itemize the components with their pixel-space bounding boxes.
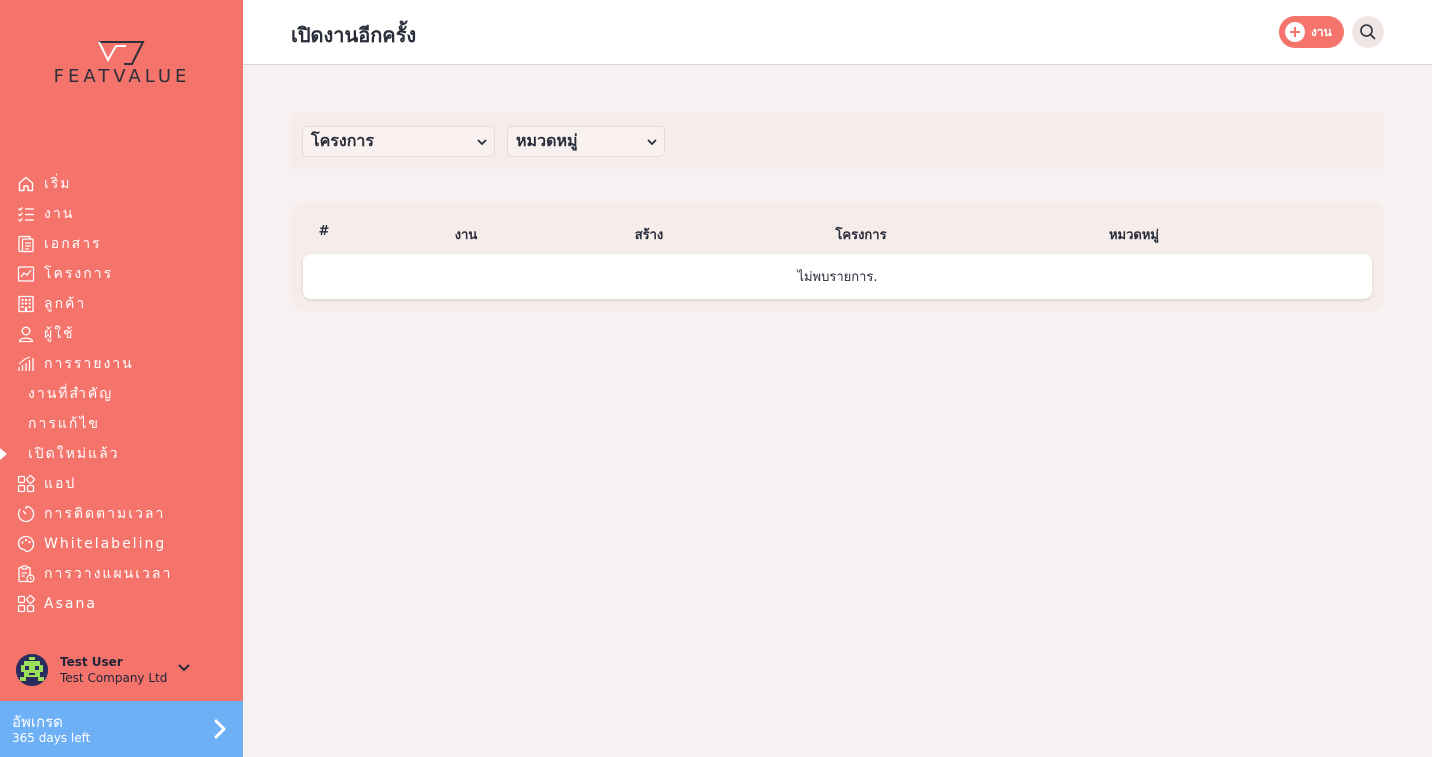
reopened-tasks-table: # งาน สร้าง โครงการ หมวดหมู่ ไม่พบรายการ… — [291, 202, 1384, 311]
upgrade-days-left: 365 days left — [12, 731, 91, 745]
page-title: เปิดงานอีกครั้ง — [291, 23, 417, 47]
chevron-down-icon — [477, 139, 487, 146]
empty-message: ไม่พบรายการ. — [797, 270, 878, 285]
sidebar-item-label: ลูกค้า — [44, 296, 87, 312]
project-select[interactable]: โครงการ — [302, 126, 495, 157]
sidebar-item-label: Whitelabeling — [44, 536, 167, 552]
project-select-value: โครงการ — [311, 131, 374, 150]
chevron-right-icon — [213, 718, 227, 740]
sidebar: FEATVALUE เริ่ม งาน เอกสาร โครงการ ลูกค้… — [0, 0, 243, 757]
search-button[interactable] — [1352, 16, 1384, 48]
chevron-down-icon — [178, 664, 190, 672]
sidebar-item-label: งาน — [44, 206, 75, 222]
column-header-created[interactable]: สร้าง — [635, 224, 664, 245]
timer-icon — [17, 505, 35, 523]
sidebar-item-reports[interactable]: การรายงาน — [0, 349, 243, 379]
filter-bar: โครงการ หมวดหมู่ — [291, 113, 1384, 169]
plus-circle-icon — [1285, 22, 1305, 42]
avatar — [16, 654, 48, 686]
logo[interactable]: FEATVALUE — [36, 40, 208, 90]
sidebar-item-label: การแก้ไข — [28, 416, 100, 432]
sidebar-nav: เริ่ม งาน เอกสาร โครงการ ลูกค้า ผู้ใช้ ก… — [0, 169, 243, 619]
user-name: Test User — [60, 654, 123, 669]
category-select[interactable]: หมวดหมู่ — [507, 126, 665, 157]
apps-icon — [17, 475, 35, 493]
active-item-marker-icon — [0, 448, 7, 460]
user-company: Test Company Ltd — [60, 670, 168, 685]
sidebar-item-reopened[interactable]: เปิดใหม่แล้ว — [0, 439, 243, 469]
document-icon — [17, 235, 35, 253]
sidebar-item-users[interactable]: ผู้ใช้ — [0, 319, 243, 349]
sidebar-item-whitelabeling[interactable]: Whitelabeling — [0, 529, 243, 559]
brand-name: FEATVALUE — [53, 66, 191, 87]
sidebar-item-apps[interactable]: แอป — [0, 469, 243, 499]
sidebar-item-projects[interactable]: โครงการ — [0, 259, 243, 289]
sidebar-item-tasks[interactable]: งาน — [0, 199, 243, 229]
sidebar-item-label: เอกสาร — [44, 236, 102, 252]
column-header-project[interactable]: โครงการ — [835, 224, 886, 245]
apps-icon — [17, 595, 35, 613]
column-header-category[interactable]: หมวดหมู่ — [1109, 224, 1159, 245]
bar-chart-icon — [17, 355, 35, 373]
category-select-value: หมวดหมู่ — [516, 131, 578, 150]
sidebar-item-edits[interactable]: การแก้ไข — [0, 409, 243, 439]
user-icon — [17, 325, 35, 343]
building-icon — [17, 295, 35, 313]
sidebar-item-label: เริ่ม — [44, 176, 72, 192]
sidebar-item-label: แอป — [44, 476, 77, 492]
sidebar-item-documents[interactable]: เอกสาร — [0, 229, 243, 259]
sidebar-item-label: งานที่สำคัญ — [28, 386, 114, 402]
column-header-number[interactable]: # — [319, 224, 330, 239]
page-header: เปิดงานอีกครั้ง งาน — [243, 0, 1432, 65]
sidebar-item-asana[interactable]: Asana — [0, 589, 243, 619]
sidebar-item-label: ผู้ใช้ — [44, 326, 75, 342]
sidebar-item-label: Asana — [44, 596, 97, 612]
home-icon — [17, 175, 35, 193]
sidebar-item-home[interactable]: เริ่ม — [0, 169, 243, 199]
tasks-list-icon — [17, 205, 35, 223]
column-header-task[interactable]: งาน — [455, 224, 478, 245]
sidebar-item-label: การรายงาน — [44, 356, 134, 372]
sidebar-item-label: โครงการ — [44, 266, 114, 282]
featvalue-logo-mark-icon — [98, 41, 145, 65]
sidebar-item-customers[interactable]: ลูกค้า — [0, 289, 243, 319]
sidebar-item-label: เปิดใหม่แล้ว — [28, 446, 120, 462]
user-menu[interactable]: Test User Test Company Ltd — [16, 652, 236, 688]
sidebar-item-time-planning[interactable]: การวางแผนเวลา — [0, 559, 243, 589]
add-task-label: งาน — [1311, 24, 1332, 39]
sidebar-item-important-tasks[interactable]: งานที่สำคัญ — [0, 379, 243, 409]
empty-table-row: ไม่พบรายการ. — [303, 254, 1372, 299]
search-icon — [1360, 24, 1376, 40]
sidebar-item-time-tracking[interactable]: การติดตามเวลา — [0, 499, 243, 529]
add-task-button[interactable]: งาน — [1279, 16, 1344, 48]
chart-board-icon — [17, 265, 35, 283]
sidebar-item-label: การวางแผนเวลา — [44, 566, 173, 582]
upgrade-banner[interactable]: อัพเกรด 365 days left — [0, 701, 243, 757]
clipboard-clock-icon — [17, 565, 35, 583]
palette-icon — [17, 535, 35, 553]
chevron-down-icon — [647, 139, 657, 146]
sidebar-item-label: การติดตามเวลา — [44, 506, 166, 522]
